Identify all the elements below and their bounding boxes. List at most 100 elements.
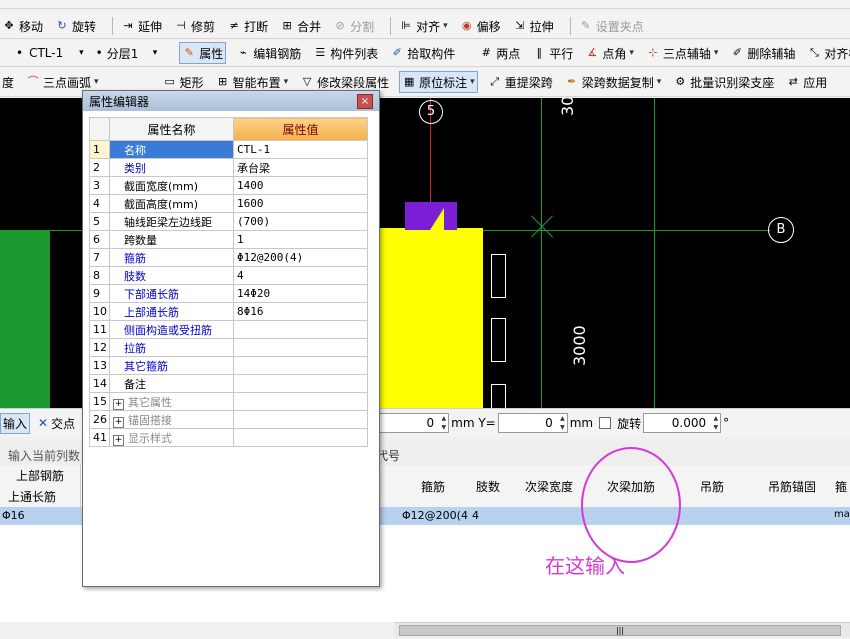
trim-button[interactable]: ⊣ 修剪: [172, 16, 217, 36]
dialog-title-bar[interactable]: 属性编辑器: [83, 91, 379, 111]
merge-button[interactable]: ⊞ 合并: [278, 16, 323, 36]
cell-far-right[interactable]: max: [834, 509, 850, 520]
property-value[interactable]: 1: [233, 230, 368, 249]
break-icon: ≠: [229, 19, 239, 32]
property-value[interactable]: (700): [233, 212, 368, 231]
property-value[interactable]: [233, 392, 368, 411]
stretch-button[interactable]: ⇲ 拉伸: [511, 16, 556, 36]
in-situ-label-button[interactable]: ▦ 原位标注: [399, 71, 478, 93]
move-button[interactable]: ✥ 移动: [0, 16, 45, 36]
delete-axis-button[interactable]: ✐ 删除辅轴: [728, 43, 797, 63]
property-name: 拉筋: [109, 338, 234, 357]
rotate-checkbox[interactable]: [599, 417, 612, 429]
property-name: 类别: [109, 158, 234, 177]
component-list-button[interactable]: ☰ 构件列表: [311, 43, 380, 63]
x-offset-input[interactable]: 0: [379, 413, 450, 433]
property-row[interactable]: 7 箍筋 Φ12@200(4): [89, 248, 368, 267]
row-number: 11: [89, 320, 110, 339]
three-point-axis-button[interactable]: ⊹ 三点辅轴: [644, 43, 721, 63]
property-value[interactable]: 14Φ20: [233, 284, 368, 303]
floor-select[interactable]: • 分层1 ▾: [94, 43, 160, 63]
grid-header-value: 属性值: [233, 117, 368, 141]
smart-layout-button[interactable]: ⊞ 智能布置: [214, 72, 291, 92]
property-name: 截面高度(mm): [109, 194, 234, 213]
property-row[interactable]: 8 肢数 4: [89, 266, 368, 285]
element-select[interactable]: • CTL-1 ▾: [14, 43, 86, 63]
rotate-button[interactable]: ↻ 旋转: [53, 16, 98, 36]
property-value[interactable]: [233, 356, 368, 375]
move-icon: ✥: [4, 19, 14, 32]
property-row[interactable]: 3 截面宽度(mm) 1400: [89, 176, 368, 195]
property-row[interactable]: 5 轴线距梁左边线距 (700): [89, 212, 368, 231]
break-button[interactable]: ≠ 打断: [225, 16, 270, 36]
batch-identify-support-button[interactable]: ⚙ 批量识别梁支座: [671, 72, 776, 92]
property-row[interactable]: 13 其它箍筋: [89, 356, 368, 375]
extend-button[interactable]: ⇥ 延伸: [119, 16, 164, 36]
chevron-down-icon: ▾: [152, 48, 158, 58]
property-value[interactable]: Φ12@200(4): [233, 248, 368, 267]
property-button[interactable]: ✎ 属性: [179, 42, 227, 64]
cell-stirrup[interactable]: Φ12@200(4: [402, 509, 468, 522]
property-value[interactable]: 1600: [233, 194, 368, 213]
property-row[interactable]: 1 名称 CTL-1: [89, 140, 368, 159]
expand-icon[interactable]: +: [113, 434, 124, 446]
split-button[interactable]: ⊘ 分割: [331, 16, 376, 36]
property-row[interactable]: 2 类别 承台梁: [89, 158, 368, 177]
column-header-top-rebar: 上部钢筋: [0, 465, 81, 486]
modify-span-property-button[interactable]: ▽ 修改梁段属性: [298, 72, 391, 92]
apply-button[interactable]: ⇄ 应用: [784, 72, 829, 92]
y-offset-input[interactable]: 0: [497, 413, 568, 433]
property-row[interactable]: 10 上部通长筋 8Φ16: [89, 302, 368, 321]
align-label-button[interactable]: ⤡对齐标: [805, 43, 850, 63]
property-value[interactable]: [233, 320, 368, 339]
property-value[interactable]: [233, 410, 368, 429]
set-grip-button[interactable]: ✎ 设置夹点: [577, 16, 646, 36]
edit-rebar-button[interactable]: ⌁ 编辑钢筋: [234, 43, 303, 63]
property-row[interactable]: 14 备注: [89, 374, 368, 393]
three-point-arc-button[interactable]: ⌒ 三点画弧: [24, 72, 101, 92]
parallel-button[interactable]: ‖ 平行: [530, 43, 575, 63]
property-row[interactable]: 11 侧面构造或受扭筋: [89, 320, 368, 339]
property-value[interactable]: 4: [233, 266, 368, 285]
copy-span-data-button[interactable]: ✒ 梁跨数据复制: [563, 72, 664, 92]
cell-top-continuous[interactable]: Φ16: [2, 509, 25, 522]
point-angle-button[interactable]: ∡ 点角: [583, 43, 636, 63]
property-value[interactable]: [233, 428, 368, 447]
property-row[interactable]: 4 截面高度(mm) 1600: [89, 194, 368, 213]
row-number: 9: [89, 284, 110, 303]
row-number: 13: [89, 356, 110, 375]
property-value[interactable]: [233, 374, 368, 393]
align-dropdown[interactable]: ⊫ 对齐: [397, 16, 450, 36]
property-value[interactable]: 承台梁: [233, 158, 368, 177]
intersection-button[interactable]: ✕ 交点: [38, 415, 75, 432]
property-value[interactable]: [233, 338, 368, 357]
row-number: 4: [89, 194, 110, 213]
horizontal-scrollbar[interactable]: |||: [395, 622, 850, 637]
pick-component-button[interactable]: ✐ 拾取构件: [388, 43, 457, 63]
expand-icon[interactable]: +: [113, 398, 124, 410]
column-header-secondary-width: 次梁宽度: [508, 465, 591, 508]
close-icon[interactable]: ×: [357, 94, 373, 109]
expand-icon[interactable]: +: [113, 416, 124, 428]
property-row[interactable]: 41 + 显示样式: [89, 428, 368, 447]
offset-button[interactable]: ◉ 偏移: [458, 16, 503, 36]
property-row[interactable]: 6 跨数量 1: [89, 230, 368, 249]
scrollbar-thumb[interactable]: |||: [399, 625, 841, 636]
cell-legs[interactable]: 4: [472, 509, 479, 522]
property-row[interactable]: 9 下部通长筋 14Φ20: [89, 284, 368, 303]
property-value[interactable]: CTL-1: [233, 140, 368, 159]
property-row[interactable]: 26 + 锚固搭接: [89, 410, 368, 429]
property-row[interactable]: 15 + 其它属性: [89, 392, 368, 411]
property-value[interactable]: 1400: [233, 176, 368, 195]
three-point-axis-icon: ⊹: [648, 46, 658, 59]
rotate-input[interactable]: 0.000: [643, 413, 722, 433]
degree-button[interactable]: 度: [0, 72, 16, 92]
rectangle-button[interactable]: ▭ 矩形: [161, 72, 206, 92]
re-extract-span-button[interactable]: ⤢ 重提梁跨: [486, 72, 555, 92]
input-tab[interactable]: 输入: [0, 412, 31, 434]
property-value[interactable]: 8Φ16: [233, 302, 368, 321]
grip-icon: ✎: [581, 19, 591, 32]
two-point-button[interactable]: # 两点: [477, 43, 522, 63]
property-row[interactable]: 12 拉筋: [89, 338, 368, 357]
property-name: 名称: [109, 140, 234, 159]
